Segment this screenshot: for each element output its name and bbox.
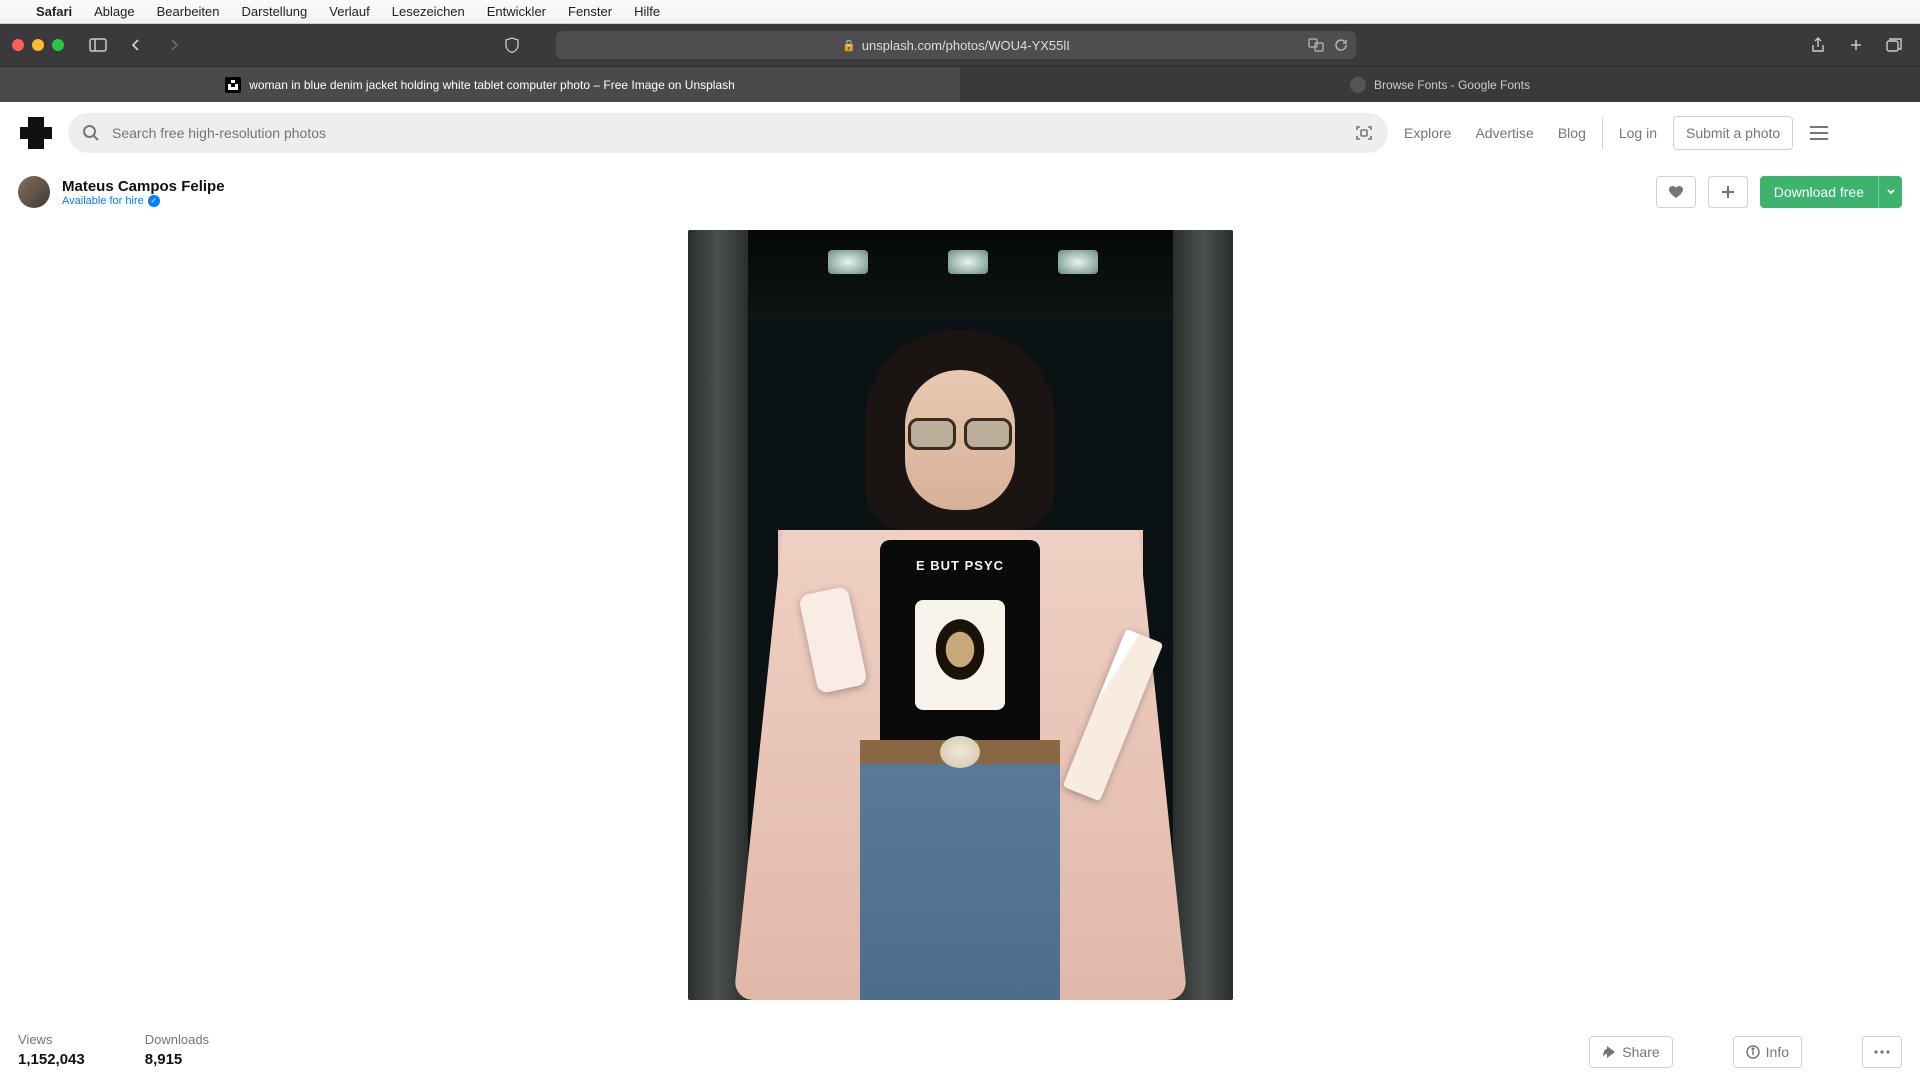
maximize-window-button[interactable] <box>52 39 64 51</box>
views-value: 1,152,043 <box>18 1051 85 1068</box>
favicon-unsplash-icon <box>225 77 241 93</box>
author-avatar[interactable] <box>18 176 50 208</box>
divider <box>1602 117 1603 149</box>
menu-darstellung[interactable]: Darstellung <box>242 4 308 19</box>
tab-google-fonts[interactable]: Browse Fonts - Google Fonts <box>960 66 1920 102</box>
main-photo[interactable]: E BUT PSYC <box>688 230 1233 1000</box>
author-hire-link[interactable]: Available for hire ✓ <box>62 195 225 207</box>
menu-ablage[interactable]: Ablage <box>94 4 134 19</box>
stat-downloads: Downloads 8,915 <box>145 1032 209 1068</box>
tab-title: Browse Fonts - Google Fonts <box>1374 78 1530 92</box>
author-meta: Mateus Campos Felipe Available for hire … <box>62 178 225 207</box>
views-label: Views <box>18 1032 85 1047</box>
visual-search-icon[interactable] <box>1354 123 1374 143</box>
login-link[interactable]: Log in <box>1619 125 1657 141</box>
like-button[interactable] <box>1656 176 1696 208</box>
close-window-button[interactable] <box>12 39 24 51</box>
translate-icon[interactable] <box>1308 38 1324 52</box>
browser-chrome: 🔒 unsplash.com/photos/WOU4-YX55lI wo <box>0 24 1920 102</box>
minimize-window-button[interactable] <box>32 39 44 51</box>
app-name[interactable]: Safari <box>36 4 72 19</box>
menu-hilfe[interactable]: Hilfe <box>634 4 660 19</box>
info-button[interactable]: Info <box>1733 1036 1802 1068</box>
search-bar[interactable] <box>68 113 1388 153</box>
site-header: Explore Advertise Blog Log in Submit a p… <box>0 102 1920 164</box>
tab-overview-button[interactable] <box>1880 33 1908 57</box>
privacy-shield-icon[interactable] <box>498 33 526 57</box>
lock-icon: 🔒 <box>842 39 856 52</box>
verified-icon: ✓ <box>148 195 160 207</box>
downloads-label: Downloads <box>145 1032 209 1047</box>
image-area: E BUT PSYC <box>0 220 1920 1020</box>
tab-strip: woman in blue denim jacket holding white… <box>0 66 1920 102</box>
download-label: Download free <box>1760 176 1878 208</box>
menu-lesezeichen[interactable]: Lesezeichen <box>392 4 465 19</box>
unsplash-logo[interactable] <box>20 117 52 149</box>
submit-photo-button[interactable]: Submit a photo <box>1673 116 1793 150</box>
shirt-text: E BUT PSYC <box>880 558 1040 573</box>
address-bar[interactable]: 🔒 unsplash.com/photos/WOU4-YX55lI <box>556 31 1356 59</box>
menu-verlauf[interactable]: Verlauf <box>329 4 369 19</box>
author-name[interactable]: Mateus Campos Felipe <box>62 178 225 195</box>
new-tab-button[interactable] <box>1842 33 1870 57</box>
tab-unsplash[interactable]: woman in blue denim jacket holding white… <box>0 66 960 102</box>
author-row: Mateus Campos Felipe Available for hire … <box>0 164 1920 220</box>
reload-icon[interactable] <box>1334 38 1348 52</box>
download-dropdown[interactable] <box>1878 176 1902 208</box>
nav-advertise[interactable]: Advertise <box>1475 125 1533 141</box>
search-icon <box>82 124 100 142</box>
page-content: Explore Advertise Blog Log in Submit a p… <box>0 102 1920 1080</box>
menu-bearbeiten[interactable]: Bearbeiten <box>157 4 220 19</box>
search-input[interactable] <box>112 125 1342 141</box>
favicon-googlefonts-icon <box>1350 77 1366 93</box>
share-button[interactable] <box>1804 33 1832 57</box>
menu-fenster[interactable]: Fenster <box>568 4 612 19</box>
share-button[interactable]: Share <box>1589 1036 1672 1068</box>
nav-links: Explore Advertise Blog <box>1404 125 1586 141</box>
macos-menubar: Safari Ablage Bearbeiten Darstellung Ver… <box>0 0 1920 24</box>
more-button[interactable] <box>1862 1036 1902 1068</box>
menu-entwickler[interactable]: Entwickler <box>487 4 546 19</box>
menu-button[interactable] <box>1809 125 1829 141</box>
back-button[interactable] <box>122 33 150 57</box>
forward-button <box>160 33 188 57</box>
nav-explore[interactable]: Explore <box>1404 125 1451 141</box>
downloads-value: 8,915 <box>145 1051 209 1068</box>
download-button[interactable]: Download free <box>1760 176 1902 208</box>
sidebar-toggle-button[interactable] <box>84 33 112 57</box>
url-text: unsplash.com/photos/WOU4-YX55lI <box>862 38 1070 53</box>
stats-row: Views 1,152,043 Downloads 8,915 Share In… <box>0 1020 1920 1080</box>
browser-toolbar: 🔒 unsplash.com/photos/WOU4-YX55lI <box>0 24 1920 66</box>
stat-views: Views 1,152,043 <box>18 1032 85 1068</box>
tab-title: woman in blue denim jacket holding white… <box>249 78 735 92</box>
window-controls <box>12 39 64 51</box>
add-to-collection-button[interactable] <box>1708 176 1748 208</box>
nav-blog[interactable]: Blog <box>1558 125 1586 141</box>
